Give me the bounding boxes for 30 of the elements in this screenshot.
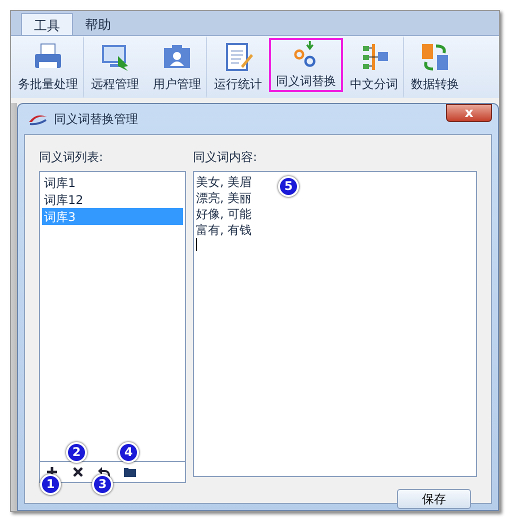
- notepad-icon: [223, 42, 253, 72]
- window-title: 同义词替换管理: [54, 110, 138, 128]
- number-badge: 1: [40, 474, 61, 495]
- number-badge: 2: [66, 442, 87, 463]
- content-label: 同义词内容:: [193, 149, 258, 165]
- text-caret: [196, 238, 197, 251]
- ribbon-tab[interactable]: 工具: [21, 13, 73, 35]
- list-item[interactable]: 词库12: [42, 191, 183, 208]
- toolbar-button[interactable]: 同义词替换: [269, 38, 343, 92]
- toolbar-button[interactable]: 数据转换: [404, 36, 466, 98]
- toolbar-button[interactable]: 务批量处理: [11, 36, 84, 98]
- toolbar-button[interactable]: 用户管理: [146, 36, 207, 98]
- number-badge: 3: [92, 474, 113, 495]
- database-icon: [420, 42, 450, 72]
- text-line: 富有, 有钱: [196, 222, 252, 238]
- number-badge: 4: [118, 442, 139, 463]
- text-area[interactable]: 美女, 美眉 漂亮, 美丽 好像, 可能 富有, 有钱 5: [193, 171, 477, 477]
- delete-icon[interactable]: [72, 466, 84, 478]
- text-line: 漂亮, 美丽: [196, 190, 252, 206]
- text-line: 好像, 可能: [196, 206, 252, 222]
- toolbar-button[interactable]: 运行统计: [207, 36, 269, 98]
- toolbar-button[interactable]: 远程管理: [84, 36, 146, 98]
- ribbon-tab[interactable]: 帮助: [73, 13, 123, 35]
- number-badge: 5: [278, 176, 299, 197]
- text-line: 美女, 美眉: [196, 174, 252, 190]
- folder-icon[interactable]: [124, 466, 136, 478]
- save-button[interactable]: 保存: [397, 489, 471, 509]
- toolbar-button[interactable]: 中文分词: [343, 36, 404, 98]
- list-label: 同义词列表:: [39, 149, 104, 165]
- list-item[interactable]: 词库1: [42, 174, 183, 191]
